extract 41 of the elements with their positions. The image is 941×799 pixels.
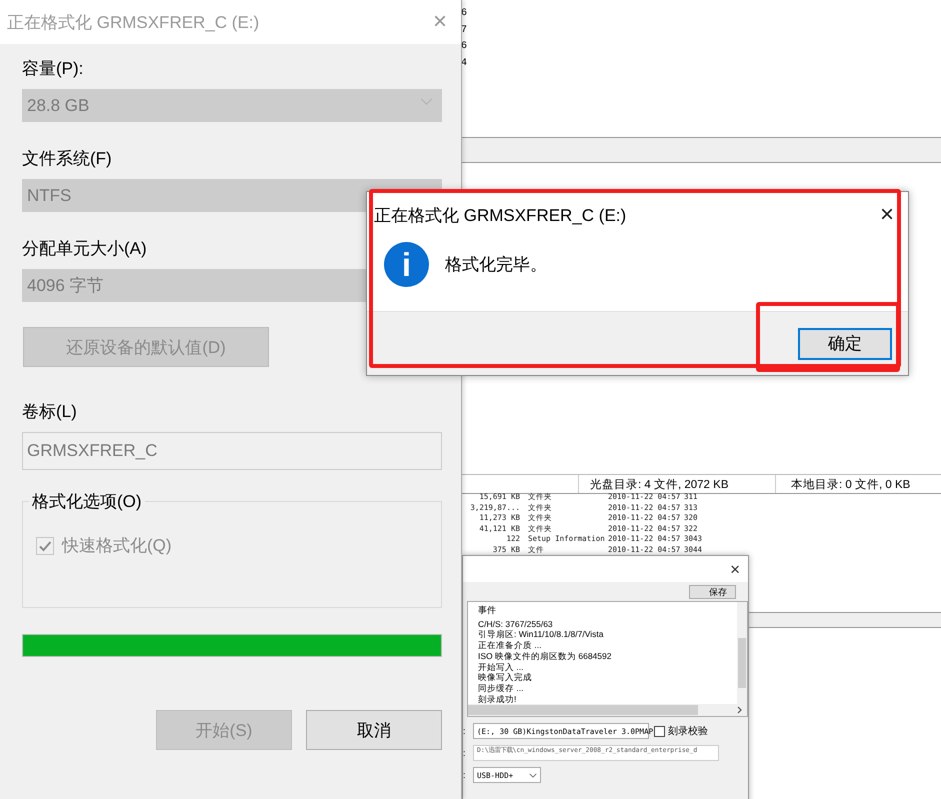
label-text: : bbox=[463, 748, 467, 758]
log-line: 映像写入完成 bbox=[478, 672, 533, 683]
splitter-bar[interactable] bbox=[462, 137, 941, 163]
log-line: C/H/S: 3767/255/63 bbox=[478, 618, 554, 630]
chevron-icon bbox=[529, 772, 537, 778]
scroll-right-icon[interactable] bbox=[737, 706, 743, 714]
status-text: 光盘目录: 4 文件, 2072 KB bbox=[590, 478, 728, 492]
scrollbar[interactable] bbox=[468, 704, 747, 716]
close-icon[interactable]: × bbox=[880, 201, 894, 229]
log-line: 同步缓存 ... bbox=[478, 682, 524, 694]
chevron-icon bbox=[420, 98, 433, 105]
row-fragment: 4 bbox=[460, 56, 467, 70]
field-label: 容量(P): bbox=[22, 58, 84, 79]
group-legend: 格式化选项(O) bbox=[29, 490, 145, 513]
field-label: 卷标(L) bbox=[22, 401, 78, 422]
row-fragment: 7 bbox=[460, 24, 467, 38]
info-icon: i bbox=[384, 242, 429, 287]
cancel-button[interactable]: 取消 bbox=[306, 710, 442, 750]
row-fragment: 6 bbox=[460, 40, 467, 54]
checkbox[interactable] bbox=[654, 726, 665, 736]
ok-button[interactable]: 确定 bbox=[798, 328, 892, 360]
save-button[interactable]: 保存 bbox=[689, 585, 736, 599]
splitter-bar[interactable] bbox=[748, 612, 941, 628]
label-text: : bbox=[463, 770, 467, 780]
field-label: 分配单元大小(A) bbox=[22, 238, 148, 259]
column-header: 事件 bbox=[478, 605, 497, 616]
log-line: 引导扇区: Win11/10/8.1/8/7/Vista bbox=[478, 629, 604, 640]
checkbox-label: 刻录校验 bbox=[668, 724, 708, 738]
log-line: 刻录成功! bbox=[478, 694, 518, 704]
log-line: 开始写入 ... bbox=[478, 662, 524, 672]
label-text: : bbox=[463, 726, 467, 736]
close-icon[interactable]: × bbox=[730, 560, 740, 578]
message-text: 格式化完毕。 bbox=[445, 254, 547, 276]
log-line: 正在准备介质 ... bbox=[478, 640, 542, 651]
status-text: 本地目录: 0 文件, 0 KB bbox=[791, 478, 910, 492]
row-fragment: 6 bbox=[460, 7, 467, 21]
field-label: 文件系统(F) bbox=[22, 148, 113, 169]
window-title: 正在格式化 GRMSXFRER_C (E:) bbox=[7, 12, 260, 34]
log-line: ISO 映像文件的扇区数为 6684592 bbox=[478, 650, 612, 662]
scrollbar[interactable] bbox=[737, 602, 747, 704]
checkbox-label: 快速格式化(Q) bbox=[62, 535, 172, 557]
